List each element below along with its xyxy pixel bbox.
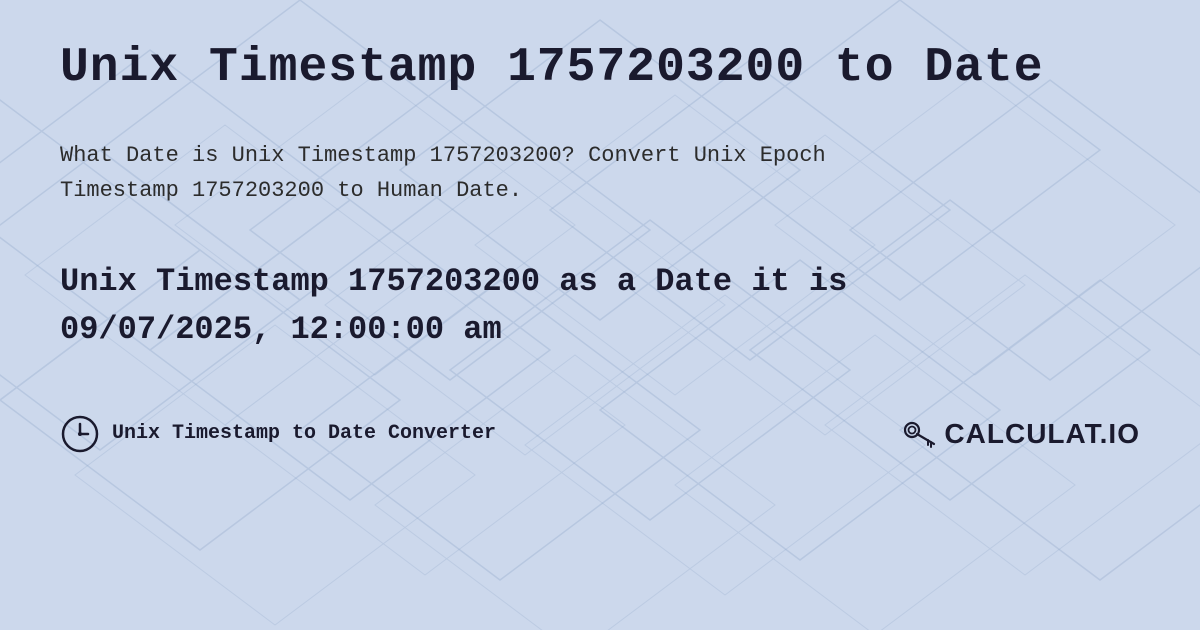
- site-logo: CALCULAT.IO: [900, 416, 1140, 452]
- result-text: Unix Timestamp 1757203200 as a Date it i…: [60, 258, 1140, 354]
- logo-icon: [900, 416, 936, 452]
- clock-icon: [60, 414, 100, 454]
- footer-label: Unix Timestamp to Date Converter: [112, 422, 496, 445]
- logo-text: CALCULAT.IO: [944, 418, 1140, 450]
- page-title: Unix Timestamp 1757203200 to Date: [60, 40, 1140, 98]
- description: What Date is Unix Timestamp 1757203200? …: [60, 138, 1140, 208]
- footer-left: Unix Timestamp to Date Converter: [60, 414, 496, 454]
- footer: Unix Timestamp to Date Converter CALCULA…: [60, 414, 1140, 454]
